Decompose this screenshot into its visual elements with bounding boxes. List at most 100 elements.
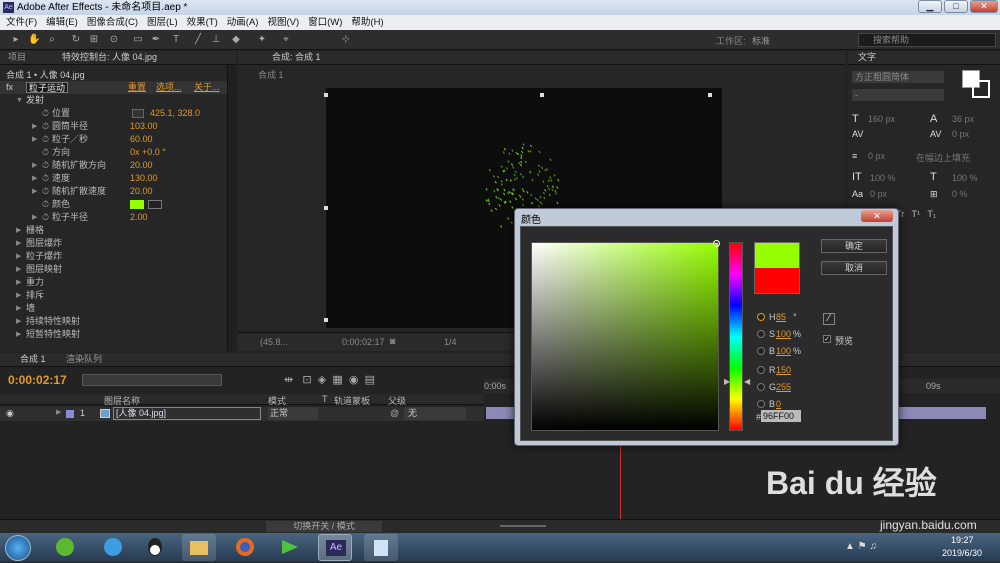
timeline-zoom-slider[interactable]	[500, 525, 546, 527]
selection-tool-icon[interactable]: ▸	[10, 33, 22, 46]
property-value[interactable]: 130.00	[130, 172, 158, 185]
tsume-value[interactable]: 0 %	[952, 189, 968, 199]
menu-animation[interactable]: 动画(A)	[227, 17, 259, 28]
color-field-value[interactable]: 150	[776, 365, 791, 375]
property-expand-icon[interactable]: ▶	[32, 159, 37, 172]
menu-composition[interactable]: 图像合成(C)	[87, 17, 138, 28]
group-expand-icon[interactable]: ▶	[16, 289, 21, 302]
hide-shy-icon[interactable]: ◈	[318, 374, 326, 386]
pen-tool-icon[interactable]: ✒	[150, 33, 162, 46]
timeline-current-time[interactable]: 0:00:02:17	[8, 373, 67, 387]
layer-handle-tl[interactable]	[324, 93, 328, 97]
axis-mode-icon[interactable]: ⊹	[340, 33, 352, 46]
expand-triangle-icon[interactable]: ▼	[16, 94, 23, 107]
roto-brush-tool-icon[interactable]: ✦	[256, 33, 268, 46]
horizontal-scale-value[interactable]: 100 %	[952, 173, 978, 183]
subscript-button[interactable]: T₁	[927, 209, 936, 219]
group-expand-icon[interactable]: ▶	[16, 250, 21, 263]
color-mode-radio[interactable]	[757, 366, 765, 374]
tab-character[interactable]: 文字	[858, 51, 876, 64]
graph-editor-icon[interactable]: ▤	[365, 374, 375, 386]
fx-icon[interactable]: fx	[6, 81, 13, 94]
minimize-button[interactable]: ▁	[918, 0, 942, 13]
dialog-close-button[interactable]: ✕	[861, 210, 893, 222]
particle-color-swatch[interactable]	[130, 200, 144, 209]
options-link[interactable]: 选项...	[156, 81, 182, 94]
point-crosshair-icon[interactable]	[132, 109, 144, 118]
camera-snapshot-icon[interactable]: ◙	[390, 336, 395, 346]
hue-arrow-right-icon[interactable]: ◀	[744, 377, 750, 386]
composition-navigator-icon[interactable]: ⇹	[284, 374, 293, 386]
close-window-button[interactable]: ✕	[970, 0, 998, 13]
property-value[interactable]: 0x +0.0 °	[130, 146, 166, 159]
stopwatch-icon[interactable]: ⏱	[42, 146, 49, 159]
tab-effect-controls[interactable]: 特效控制台: 人像 04.jpg	[62, 51, 157, 64]
group-expand-icon[interactable]: ▶	[16, 224, 21, 237]
stopwatch-icon[interactable]: ⏱	[42, 133, 49, 146]
clock-time[interactable]: 19:27	[951, 535, 974, 545]
property-value[interactable]: 2.00	[130, 211, 148, 224]
layer-search-input[interactable]	[82, 374, 222, 386]
superscript-button[interactable]: T¹	[912, 209, 921, 219]
color-field-cursor[interactable]	[713, 240, 720, 247]
group-expand-icon[interactable]: ▶	[16, 302, 21, 315]
effect-property-row[interactable]: ▶ ⏱ 粒子半径 2.00	[0, 211, 236, 224]
font-size-value[interactable]: 160 px	[868, 114, 895, 124]
maximize-button[interactable]: □	[944, 0, 968, 13]
stroke-mode-select[interactable]: 在幅边上填充	[916, 151, 970, 164]
comp-current-time[interactable]: 0:00:02:17	[342, 337, 385, 347]
color-field-value[interactable]: 100	[776, 329, 791, 339]
reset-link[interactable]: 重置	[128, 81, 146, 94]
about-link[interactable]: 关于...	[194, 81, 220, 94]
ok-button[interactable]: 确定	[821, 239, 887, 253]
tracking-value[interactable]: 0 px	[952, 129, 969, 139]
menu-help[interactable]: 帮助(H)	[351, 17, 383, 28]
color-mode-radio[interactable]	[757, 383, 765, 391]
menu-layer[interactable]: 图层(L)	[147, 17, 178, 28]
font-style-select[interactable]: -	[852, 89, 944, 101]
camera-tool-icon[interactable]: ⊞	[88, 33, 100, 46]
property-expand-icon[interactable]: ▶	[32, 133, 37, 146]
group-expand-icon[interactable]: ▶	[16, 237, 21, 250]
hue-arrow-left-icon[interactable]: ▶	[724, 377, 730, 386]
eraser-tool-icon[interactable]: ◆	[230, 33, 242, 46]
stopwatch-icon[interactable]: ⏱	[42, 172, 49, 185]
browser-360-icon[interactable]	[48, 534, 82, 561]
layer-expand-icon[interactable]: ▶	[56, 408, 61, 416]
draft-3d-icon[interactable]: ⊡	[302, 374, 311, 386]
group-expand-icon[interactable]: ▶	[16, 276, 21, 289]
color-mode-radio[interactable]	[757, 313, 765, 321]
vertical-scale-value[interactable]: 100 %	[870, 173, 896, 183]
stopwatch-icon[interactable]: ⏱	[42, 211, 49, 224]
toggle-switches-modes-button[interactable]: 切换开关 / 模式	[266, 521, 382, 532]
menu-effect[interactable]: 效果(T)	[187, 17, 218, 28]
effect-panel-scrollbar[interactable]	[227, 65, 236, 351]
preview-checkbox[interactable]: ✓	[823, 335, 831, 343]
color-mode-radio[interactable]	[757, 400, 765, 408]
start-button[interactable]	[5, 535, 31, 561]
effect-property-row[interactable]: ⏱ 位置 425.1, 328.0	[0, 107, 236, 120]
layer-parent-select[interactable]: 无	[404, 407, 466, 420]
stopwatch-icon[interactable]: ⏱	[42, 120, 49, 133]
frame-blend-icon[interactable]: ▦	[332, 374, 342, 386]
brush-tool-icon[interactable]: ╱	[192, 33, 204, 46]
zoom-tool-icon[interactable]: ⌕	[46, 33, 58, 46]
property-expand-icon[interactable]: ▶	[32, 172, 37, 185]
color-mode-radio[interactable]	[757, 347, 765, 355]
property-expand-icon[interactable]: ▶	[32, 120, 37, 133]
color-field-value[interactable]: 85	[776, 312, 786, 322]
tab-composition[interactable]: 合成: 合成 1	[272, 51, 321, 64]
search-help-input[interactable]: 搜索帮助	[858, 33, 996, 47]
color-field-value[interactable]: 100	[776, 346, 791, 356]
file-explorer-icon[interactable]	[182, 534, 216, 561]
effect-property-row[interactable]: ▶ ⏱ 粒子／秒 60.00	[0, 133, 236, 146]
group-expand-icon[interactable]: ▶	[16, 315, 21, 328]
stopwatch-icon[interactable]: ⏱	[42, 159, 49, 172]
puppet-pin-tool-icon[interactable]: ⌖	[280, 33, 292, 46]
property-expand-icon[interactable]: ▶	[32, 211, 37, 224]
effect-property-row[interactable]: ▶ ⏱ 随机扩散方向 20.00	[0, 159, 236, 172]
color-field-value[interactable]: 0	[776, 399, 781, 409]
original-color-swatch[interactable]	[755, 268, 799, 293]
property-value[interactable]: 20.00	[130, 159, 153, 172]
group-expand-icon[interactable]: ▶	[16, 263, 21, 276]
